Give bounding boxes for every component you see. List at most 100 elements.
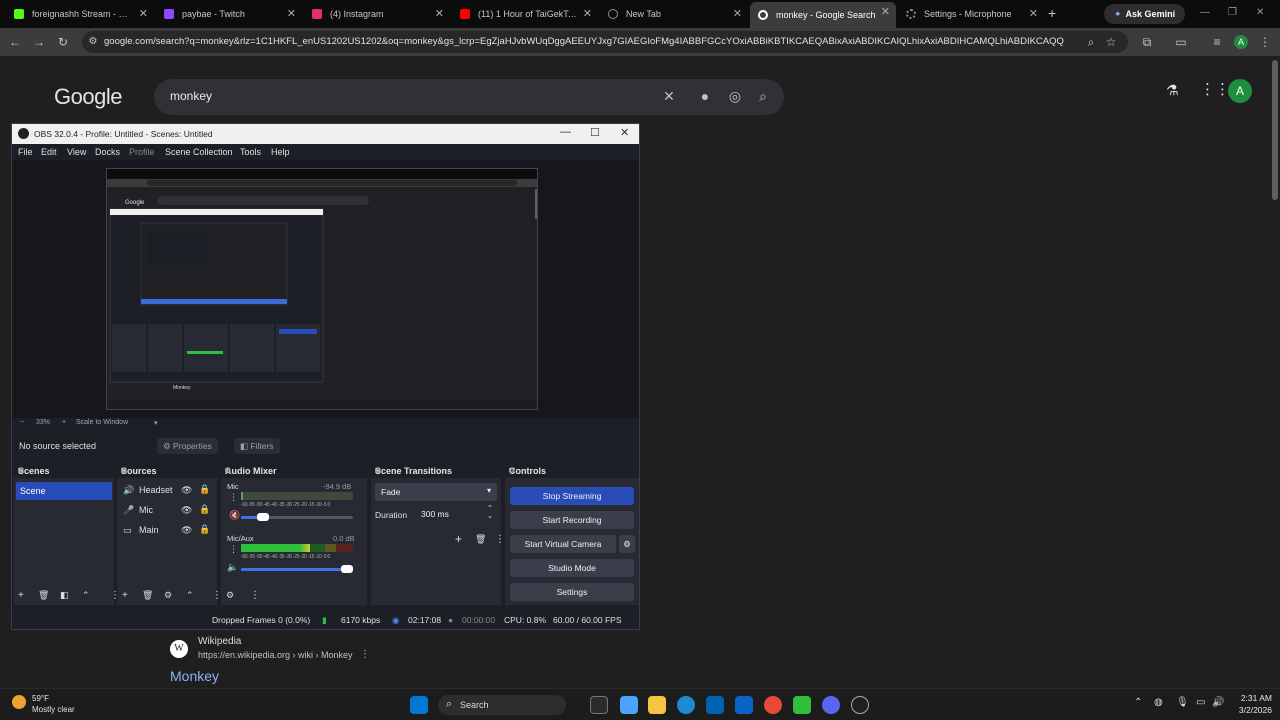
lens-icon[interactable]: ◎ [726,88,744,106]
discord-icon[interactable] [822,696,840,714]
taskbar-search[interactable]: ⌕ Search [438,695,566,715]
muted-speaker-icon[interactable]: 🔇 [229,510,240,521]
widgets-icon[interactable] [620,696,638,714]
close-tab-icon[interactable]: ✕ [139,7,148,20]
menu-kebab-icon[interactable]: ⋮ [1258,35,1272,49]
maximize-icon[interactable]: ❐ [1228,7,1237,18]
remove-source-icon[interactable]: 🗑 [142,590,153,601]
start-recording-button[interactable]: Start Recording [510,511,634,529]
source-item-headset[interactable]: 🔊 Headset 👁 🔒 [121,484,225,498]
chevron-down-icon[interactable]: ▾ [154,419,158,427]
result-more-icon[interactable]: ⋮ [360,649,370,660]
task-view-icon[interactable] [590,696,608,714]
app-green-icon[interactable] [793,696,811,714]
close-window-icon[interactable]: ✕ [620,126,629,139]
url-text[interactable]: google.com/search?q=monkey&rlz=1C1HKFL_e… [104,36,1064,47]
google-logo[interactable]: Google [54,84,122,110]
labs-flask-icon[interactable]: ⚗ [1166,82,1179,99]
speaker-icon[interactable]: 🔈 [227,562,238,573]
channel-menu-icon[interactable]: ⋮ [229,492,238,503]
undock-icon[interactable]: ⧉ [225,466,363,476]
menu-docks[interactable]: Docks [95,147,120,157]
menu-file[interactable]: File [18,147,33,157]
obs-title-bar[interactable]: OBS 32.0.4 - Profile: Untitled - Scenes:… [12,124,639,144]
tab-twitch[interactable]: paybae - Twitch ✕ [156,4,302,24]
side-panel-icon[interactable]: ▭ [1174,35,1188,49]
duration-spinbox[interactable]: 300 ms ⌃ ⌄ [417,504,497,522]
search-query[interactable]: monkey [170,89,212,103]
obs-icon[interactable] [851,696,869,714]
maximize-icon[interactable]: ☐ [590,126,600,139]
ask-gemini-button[interactable]: ✦ Ask Gemini [1104,4,1186,24]
display-icon[interactable]: ▭ [1196,697,1205,708]
virtual-camera-settings-gear-icon[interactable]: ⚙ [619,535,635,553]
preview-area[interactable]: Google Monkey [13,160,639,418]
source-item-main[interactable]: ▭ Main 👁 🔒 [121,524,225,538]
downloads-icon[interactable]: ≡ [1210,35,1224,49]
microphone-icon[interactable]: 🎙 [1176,697,1189,708]
minimize-icon[interactable]: — [560,126,571,138]
menu-tools[interactable]: Tools [240,147,261,157]
menu-help[interactable]: Help [271,147,290,157]
move-up-icon[interactable]: ⌃ [186,590,194,601]
site-info-icon[interactable]: ⚙ [86,35,100,49]
volume-slider-knob[interactable] [257,513,269,521]
scene-filters-icon[interactable]: ◧ [60,590,69,601]
menu-profile[interactable]: Profile [129,147,155,157]
undock-icon[interactable]: ⧉ [121,466,213,476]
tab-settings[interactable]: Settings - Microphone ✕ [898,4,1044,24]
clear-icon[interactable]: ✕ [660,88,678,106]
visibility-eye-icon[interactable]: 👁 [181,485,192,496]
undock-icon[interactable]: ⧉ [18,466,110,476]
scale-mode[interactable]: Scale to Window [76,419,128,426]
forward-icon[interactable]: → [32,35,46,49]
transition-select[interactable]: Fade ▾ [375,483,497,501]
remove-transition-icon[interactable]: 🗑 [475,534,486,545]
spin-down-icon[interactable]: ⌄ [487,512,493,520]
spin-up-icon[interactable]: ⌃ [487,504,493,512]
lock-icon[interactable]: 🔒 [199,524,210,535]
more-icon[interactable]: ⋮ [250,590,260,601]
outlook-icon[interactable] [735,696,753,714]
search-icon[interactable]: ⌕ [754,88,772,106]
add-scene-icon[interactable]: + [18,590,24,601]
advanced-audio-icon[interactable]: ⚙ [226,590,234,601]
start-virtual-camera-button[interactable]: Start Virtual Camera [510,535,616,553]
remove-scene-icon[interactable]: 🗑 [38,590,49,601]
google-account-avatar[interactable]: A [1228,79,1252,103]
undock-icon[interactable]: ⧉ [375,466,497,476]
close-tab-icon[interactable]: ✕ [287,7,296,20]
windows-start-icon[interactable] [410,696,428,714]
edge-icon[interactable] [677,696,695,714]
bookmark-star-icon[interactable]: ☆ [1104,35,1118,49]
weather-widget[interactable]: 59°F Mostly clear [12,693,75,715]
stop-streaming-button[interactable]: Stop Streaming [510,487,634,505]
add-transition-icon[interactable]: + [455,532,462,546]
scene-item[interactable]: Scene [16,482,112,500]
menu-edit[interactable]: Edit [41,147,57,157]
google-search-box[interactable]: monkey ✕ ● ◎ ⌕ [154,79,784,115]
source-properties-icon[interactable]: ⚙ [164,590,172,601]
close-tab-icon[interactable]: ✕ [435,7,444,20]
tab-youtube[interactable]: (11) 1 Hour of TaiGekTou pe ✕ [452,4,598,24]
zoom-in-icon[interactable]: + [62,419,66,426]
studio-mode-button[interactable]: Studio Mode [510,559,634,577]
close-tab-icon[interactable]: ✕ [733,7,742,20]
volume-slider[interactable] [241,513,353,521]
volume-slider-knob[interactable] [341,565,353,573]
close-tab-icon[interactable]: ✕ [1029,7,1038,20]
properties-button[interactable]: ⚙ Properties [157,438,218,454]
extensions-icon[interactable]: ⧉ [1140,35,1154,49]
page-scrollbar[interactable] [1272,60,1278,200]
more-icon[interactable]: ⋮ [495,534,505,545]
taskbar-clock[interactable]: 2:31 AM 3/2/2026 [1222,692,1272,716]
reload-icon[interactable]: ↻ [56,35,70,49]
undock-icon[interactable]: ⧉ [509,466,635,476]
filters-button[interactable]: ◧ Filters [234,438,280,454]
zoom-out-icon[interactable]: − [20,419,24,426]
back-icon[interactable]: ← [8,35,22,49]
menu-view[interactable]: View [67,147,86,157]
settings-button[interactable]: Settings [510,583,634,601]
tab-google-search[interactable]: monkey - Google Search ✕ [750,2,896,28]
result-title-link[interactable]: Monkey [170,668,219,684]
